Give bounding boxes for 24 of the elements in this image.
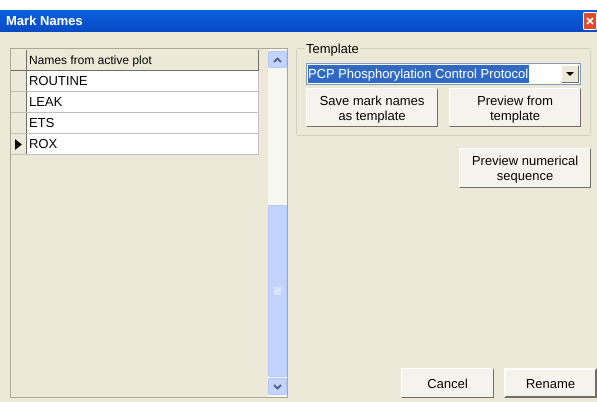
- table-cell[interactable]: ROX: [27, 134, 259, 154]
- dialog-button[interactable]: Cancel: [401, 368, 494, 398]
- preview-sequence-button[interactable]: Preview numerical sequence: [459, 148, 591, 188]
- close-icon: [586, 17, 594, 25]
- grip-icon: [274, 287, 281, 295]
- preview-template-button[interactable]: Preview from template: [449, 88, 581, 127]
- scroll-thumb[interactable]: [268, 205, 287, 377]
- dropdown-value: PCP Phosphorylation Control Protocol: [308, 65, 530, 83]
- save-template-button[interactable]: Save mark names as template: [306, 88, 438, 127]
- scroll-down-button[interactable]: [268, 378, 287, 395]
- table-cell[interactable]: LEAK: [27, 92, 259, 112]
- dropdown-button[interactable]: [561, 65, 579, 83]
- table-cell[interactable]: ROUTINE: [27, 71, 259, 91]
- template-dropdown[interactable]: PCP Phosphorylation Control Protocol: [306, 63, 581, 85]
- dialog-button[interactable]: Rename: [504, 368, 597, 398]
- close-button[interactable]: [583, 12, 597, 30]
- window-title: Mark Names: [6, 12, 83, 30]
- table-cell[interactable]: ETS: [27, 113, 259, 133]
- scroll-up-button[interactable]: [268, 51, 287, 68]
- column-header[interactable]: Names from active plot: [27, 50, 259, 70]
- current-row-icon: [15, 138, 22, 150]
- group-label: Template: [305, 41, 360, 56]
- scrollbar[interactable]: [268, 49, 287, 397]
- dropdown-arrow-icon: [566, 72, 574, 76]
